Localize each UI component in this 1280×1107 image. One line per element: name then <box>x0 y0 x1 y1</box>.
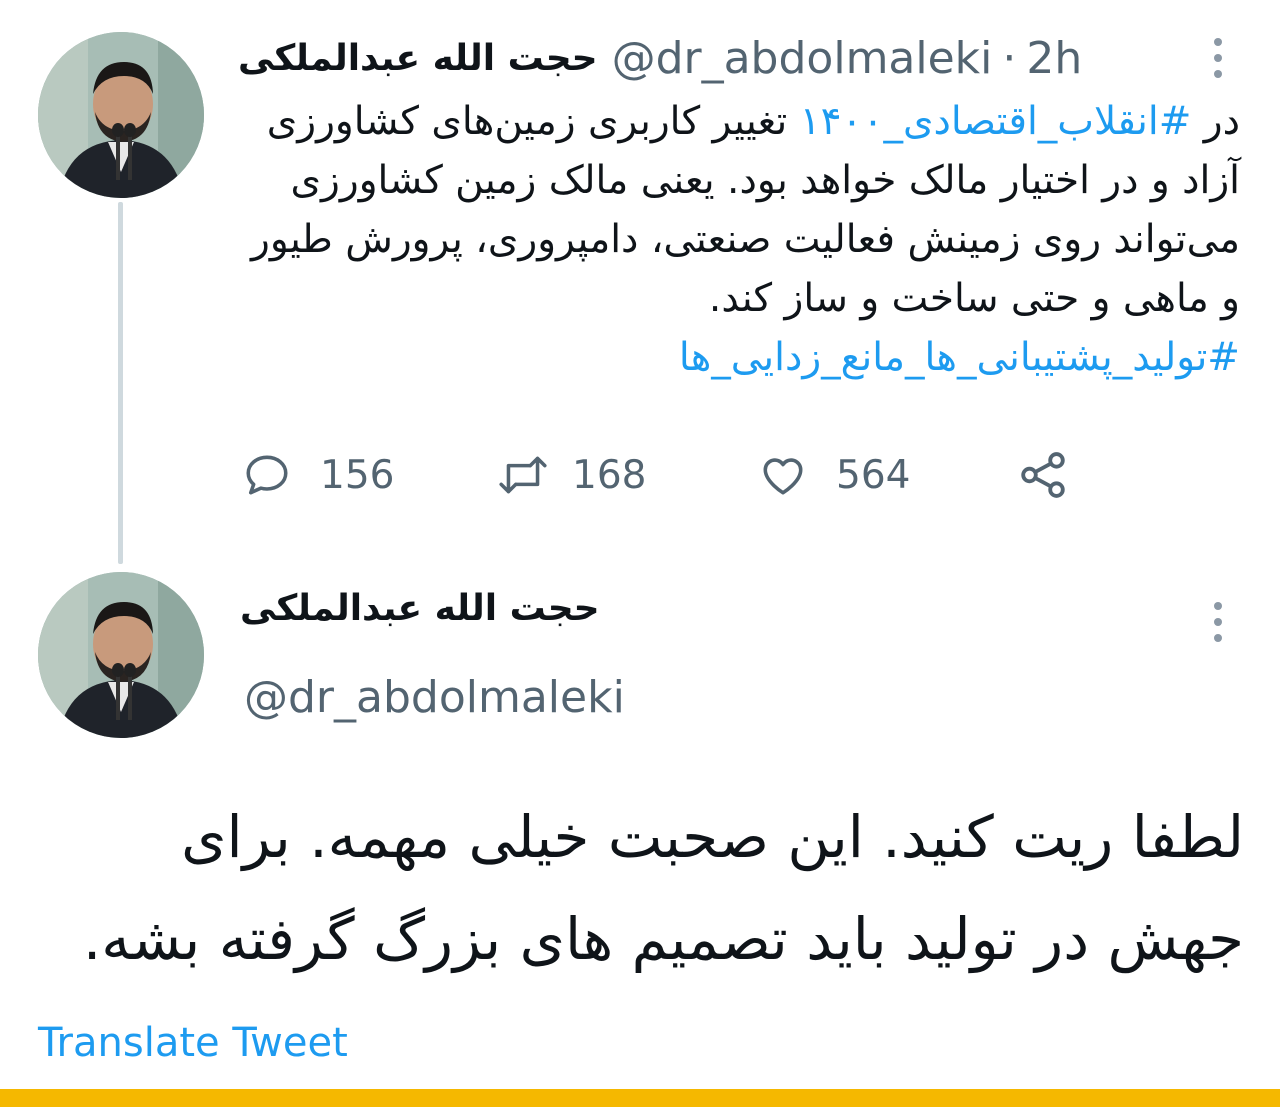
display-name[interactable]: حجت الله عبدالملکی <box>240 588 600 629</box>
share-button[interactable] <box>1016 445 1070 505</box>
hashtag-link[interactable]: #تولید_پشتیبانی_ها_مانع_زدایی_ها <box>679 335 1240 380</box>
like-button[interactable]: 564 <box>758 445 910 505</box>
thread-connector-line <box>118 202 123 564</box>
separator-dot: · <box>1002 32 1017 84</box>
timestamp[interactable]: 2h <box>1026 33 1082 84</box>
avatar[interactable] <box>38 572 204 738</box>
more-vertical-icon[interactable] <box>1206 598 1230 648</box>
reply-text: لطفا ریت کنید. این صحبت خیلی مهمه. برای … <box>82 803 1244 973</box>
bottom-bar <box>0 1089 1280 1107</box>
reply-count: 156 <box>320 452 395 498</box>
like-count: 564 <box>836 452 911 498</box>
reply-icon <box>246 455 288 495</box>
more-vertical-icon[interactable] <box>1206 34 1230 84</box>
retweet-icon <box>499 456 547 494</box>
reply-button[interactable]: 156 <box>242 445 394 505</box>
share-icon <box>1021 452 1065 498</box>
display-name[interactable]: حجت الله عبدالملکی <box>238 38 598 79</box>
retweet-button[interactable]: 168 <box>496 445 646 505</box>
user-handle[interactable]: @dr_abdolmaleki <box>244 672 625 723</box>
tweet-header: حجت الله عبدالملکی @dr_abdolmaleki · 2h <box>238 30 1118 86</box>
retweet-count: 168 <box>572 452 647 498</box>
tweet-text: در #انقلاب_اقتصادی_۱۴۰۰ تغییر کاربری زمی… <box>238 92 1240 387</box>
translate-tweet-link[interactable]: Translate Tweet <box>38 1020 348 1066</box>
tweet-text-lead: در <box>1191 99 1240 144</box>
avatar[interactable] <box>38 32 204 198</box>
hashtag-link[interactable]: #انقلاب_اقتصادی_۱۴۰۰ <box>800 99 1192 144</box>
reply-header: حجت الله عبدالملکی <box>240 588 620 629</box>
like-icon <box>763 458 803 495</box>
tweet-actions: 156 168 564 <box>238 445 1098 505</box>
user-handle[interactable]: @dr_abdolmaleki <box>612 33 993 84</box>
